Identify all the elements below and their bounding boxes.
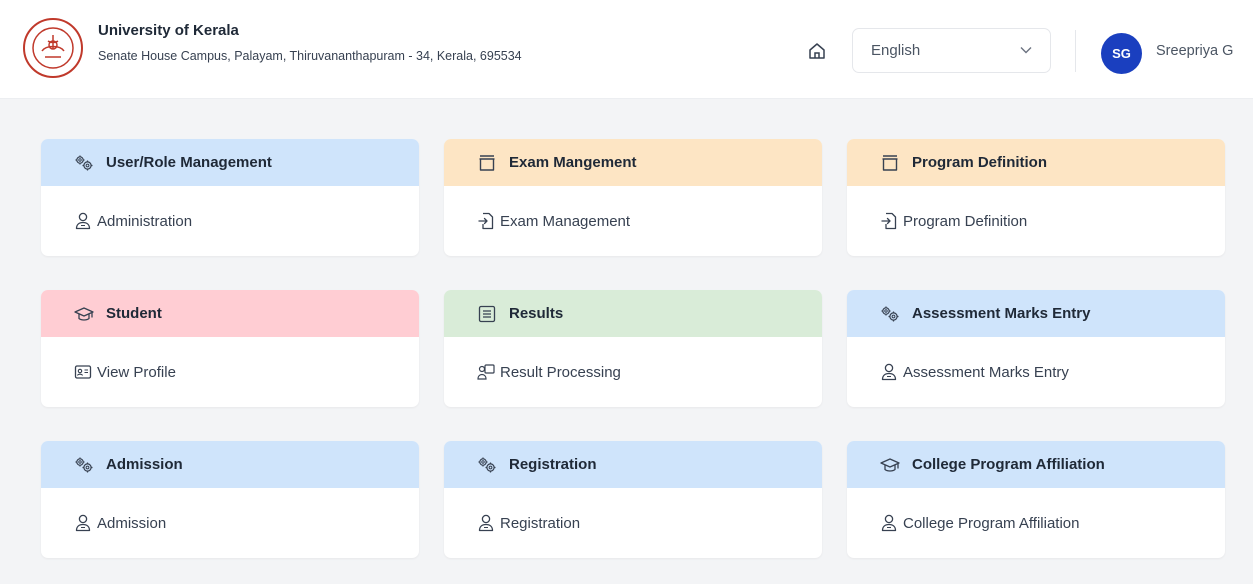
user-board-icon	[477, 363, 495, 381]
link-label: Program Definition	[903, 212, 1028, 230]
id-card-icon	[74, 363, 92, 381]
graduation-cap-icon	[74, 305, 94, 323]
link-label: View Profile	[97, 363, 176, 381]
user-name[interactable]: Sreepriya G	[1156, 43, 1233, 59]
chevron-down-icon	[1020, 47, 1032, 54]
card-header: College Program Affiliation	[847, 441, 1225, 488]
card-exam-mangement: Exam Mangement Exam Management	[444, 139, 822, 256]
card-header: Student	[41, 290, 419, 337]
card-header: Admission	[41, 441, 419, 488]
card-body: Administration	[41, 186, 419, 256]
card-title: User/Role Management	[106, 154, 272, 171]
card-user-role-management: User/Role Management Administration	[41, 139, 419, 256]
card-program-definition: Program Definition Program Definition	[847, 139, 1225, 256]
link-label: Assessment Marks Entry	[903, 363, 1069, 381]
language-selected-value: English	[871, 42, 921, 59]
card-title: Registration	[509, 456, 597, 473]
header-divider	[1075, 30, 1076, 72]
card-body: Assessment Marks Entry	[847, 337, 1225, 407]
university-address: Senate House Campus, Palayam, Thiruvanan…	[98, 49, 522, 63]
card-results: Results Result Processing	[444, 290, 822, 407]
link-label: Result Processing	[500, 363, 621, 381]
card-title: Results	[509, 305, 564, 322]
card-registration: Registration Registration	[444, 441, 822, 558]
link-view-profile[interactable]: View Profile	[74, 363, 176, 381]
archive-box-icon	[477, 154, 497, 172]
card-header: User/Role Management	[41, 139, 419, 186]
card-college-program-affiliation: College Program Affiliation College Prog…	[847, 441, 1225, 558]
link-label: Admission	[97, 514, 167, 532]
file-import-icon	[880, 212, 898, 230]
card-title: Student	[106, 305, 162, 322]
user-avatar[interactable]: SG	[1101, 33, 1142, 74]
card-title: Assessment Marks Entry	[912, 305, 1091, 322]
card-assessment-marks-entry: Assessment Marks Entry Assessment Marks …	[847, 290, 1225, 407]
university-seal-logo	[23, 18, 83, 78]
file-import-icon	[477, 212, 495, 230]
graduation-cap-icon	[880, 456, 900, 474]
document-list-icon	[477, 305, 497, 323]
card-title: College Program Affiliation	[912, 456, 1105, 473]
user-icon	[74, 514, 92, 532]
user-icon	[74, 212, 92, 230]
link-label: College Program Affiliation	[903, 514, 1080, 532]
link-registration[interactable]: Registration	[477, 514, 580, 532]
user-icon	[880, 363, 898, 381]
home-icon[interactable]	[807, 41, 827, 61]
card-title: Admission	[106, 456, 183, 473]
top-header: University of Kerala Senate House Campus…	[0, 0, 1253, 99]
card-body: Program Definition	[847, 186, 1225, 256]
card-body: College Program Affiliation	[847, 488, 1225, 558]
card-admission: Admission Admission	[41, 441, 419, 558]
user-icon	[880, 514, 898, 532]
link-administration[interactable]: Administration	[74, 212, 192, 230]
link-college-program-affiliation[interactable]: College Program Affiliation	[880, 514, 1079, 532]
card-body: Registration	[444, 488, 822, 558]
card-title: Program Definition	[912, 154, 1048, 171]
link-result-processing[interactable]: Result Processing	[477, 363, 621, 381]
gears-icon	[74, 456, 94, 474]
gears-icon	[880, 305, 900, 323]
card-body: Exam Management	[444, 186, 822, 256]
card-header: Assessment Marks Entry	[847, 290, 1225, 337]
gears-icon	[477, 456, 497, 474]
card-body: View Profile	[41, 337, 419, 407]
link-admission[interactable]: Admission	[74, 514, 166, 532]
card-header: Registration	[444, 441, 822, 488]
archive-box-icon	[880, 154, 900, 172]
link-label: Registration	[500, 514, 581, 532]
user-icon	[477, 514, 495, 532]
language-select[interactable]: English	[852, 28, 1051, 73]
gears-icon	[74, 154, 94, 172]
card-header: Exam Mangement	[444, 139, 822, 186]
link-label: Administration	[97, 212, 193, 230]
link-exam-management[interactable]: Exam Management	[477, 212, 630, 230]
link-label: Exam Management	[500, 212, 631, 230]
link-assessment-marks-entry[interactable]: Assessment Marks Entry	[880, 363, 1069, 381]
card-header: Results	[444, 290, 822, 337]
link-program-definition[interactable]: Program Definition	[880, 212, 1027, 230]
card-body: Result Processing	[444, 337, 822, 407]
card-title: Exam Mangement	[509, 154, 637, 171]
card-student: Student View Profile	[41, 290, 419, 407]
card-header: Program Definition	[847, 139, 1225, 186]
university-title: University of Kerala	[98, 22, 239, 39]
card-body: Admission	[41, 488, 419, 558]
